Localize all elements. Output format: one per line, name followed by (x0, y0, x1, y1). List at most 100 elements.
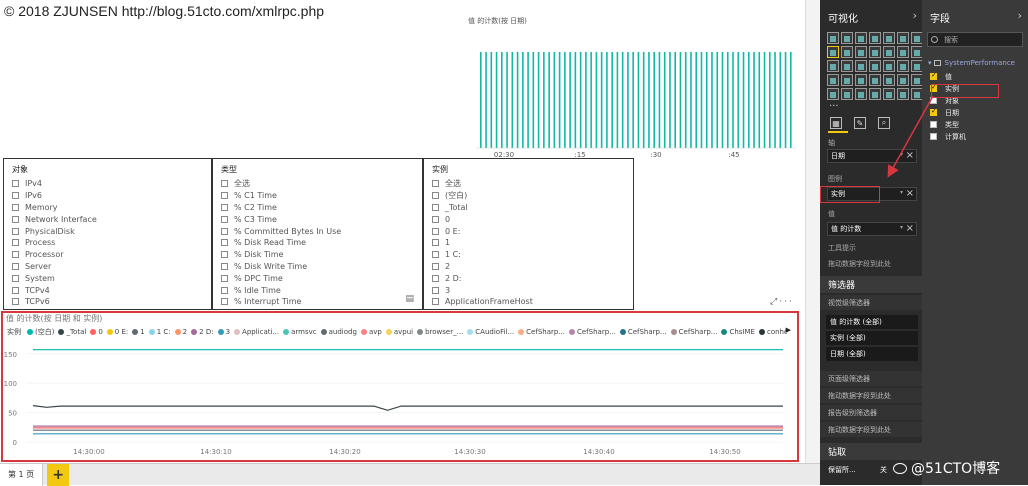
field-checkbox-icon[interactable] (930, 107, 937, 116)
column-bar[interactable] (716, 52, 719, 148)
column-bar[interactable] (511, 52, 514, 148)
visual-type-icon[interactable] (855, 46, 867, 58)
checkbox-icon[interactable] (221, 239, 228, 247)
visual-filter-instance[interactable]: 实例 (全部) (826, 331, 918, 345)
slicer-item[interactable]: 2 (432, 261, 625, 273)
more-options-icon[interactable]: ··· (779, 297, 794, 307)
slicer-menu-icon[interactable]: ▤ (405, 294, 414, 304)
legend-item[interactable]: armsvc (283, 328, 317, 336)
page-filters-drop-zone[interactable]: 拖动数据字段到此处 (820, 388, 922, 403)
report-filters-drop-zone[interactable]: 拖动数据字段到此处 (820, 422, 922, 437)
column-bar[interactable] (548, 52, 550, 148)
legend-item[interactable]: avpui (385, 328, 413, 336)
visual-type-icon[interactable] (855, 88, 867, 100)
field-item[interactable]: 值 (928, 71, 1022, 82)
keep-filters-toggle[interactable]: 关 (880, 465, 887, 475)
slicer-item[interactable]: Server (12, 261, 203, 273)
column-bar[interactable] (553, 52, 556, 148)
visual-type-icon[interactable] (841, 60, 853, 72)
column-bar[interactable] (632, 52, 634, 148)
column-bar[interactable] (690, 52, 692, 148)
checkbox-icon[interactable] (432, 215, 439, 223)
slicer-item[interactable]: 0 E: (432, 225, 625, 237)
column-bar[interactable] (721, 52, 724, 148)
visual-type-icon[interactable] (883, 60, 895, 72)
legend-item[interactable]: CAudioFil... (467, 328, 514, 336)
column-bar[interactable] (564, 52, 566, 148)
column-bar[interactable] (779, 52, 782, 148)
visual-type-icon[interactable] (897, 46, 909, 58)
line-chart-type-icon[interactable] (827, 46, 839, 58)
field-item[interactable]: 实例 (928, 83, 1022, 94)
collapse-fields-icon[interactable]: › (1018, 9, 1022, 22)
legend-item[interactable]: 2 D: (191, 328, 214, 336)
legend-item[interactable]: _Total (58, 328, 86, 336)
column-bar[interactable] (585, 52, 587, 148)
visual-type-icon[interactable] (841, 74, 853, 86)
column-bar[interactable] (684, 52, 687, 148)
slicer-item[interactable]: PhysicalDisk (12, 225, 203, 237)
collapse-viz-icon[interactable]: › (913, 9, 917, 22)
remove-value-field-icon[interactable]: × (906, 223, 914, 234)
column-bar[interactable] (653, 52, 655, 148)
slicer-item[interactable]: % Interrupt Time (221, 296, 414, 308)
visual-type-icon[interactable] (855, 32, 867, 44)
checkbox-icon[interactable] (221, 180, 228, 188)
column-bar[interactable] (737, 52, 740, 148)
column-bar[interactable] (732, 52, 734, 148)
column-bar[interactable] (663, 52, 666, 148)
visual-type-icon[interactable] (897, 60, 909, 72)
column-bar[interactable] (516, 52, 519, 148)
visual-type-icon[interactable] (883, 88, 895, 100)
field-checkbox-icon[interactable] (930, 83, 937, 92)
visual-type-icon[interactable] (869, 74, 881, 86)
legend-item[interactable]: 2 (174, 328, 187, 336)
chevron-down-icon[interactable]: ▾ (900, 189, 903, 196)
slicer-item[interactable]: ApplicationFrameHost (432, 296, 625, 308)
legend-item[interactable]: audiodg (320, 328, 357, 336)
column-bar[interactable] (700, 52, 703, 148)
format-tab-icon[interactable]: ✎ (854, 117, 866, 129)
checkbox-icon[interactable] (221, 251, 228, 259)
column-bar[interactable] (695, 52, 698, 148)
column-bar[interactable] (768, 52, 771, 148)
checkbox-icon[interactable] (12, 180, 19, 188)
column-bar[interactable] (522, 52, 524, 148)
column-bar[interactable] (784, 52, 787, 148)
slicer-item[interactable]: TCPv4 (12, 284, 203, 296)
column-bar[interactable] (774, 52, 776, 148)
column-bar[interactable] (558, 52, 561, 148)
column-bar[interactable] (674, 52, 677, 148)
slicer-item[interactable]: IPv4 (12, 178, 203, 190)
slicer-item[interactable]: 2 D: (432, 272, 625, 284)
slicer-item[interactable]: 全选 (221, 178, 414, 190)
slicer-item[interactable]: 1 (432, 237, 625, 249)
checkbox-icon[interactable] (12, 286, 19, 294)
checkbox-icon[interactable] (432, 274, 439, 282)
field-checkbox-icon[interactable] (930, 121, 937, 128)
checkbox-icon[interactable] (221, 262, 228, 270)
line-chart-visual[interactable]: 值 的计数(按 日期 和 实例) 实例 (空白) _Total 0 0 E: 1 1 C:… (1, 311, 799, 462)
field-checkbox-icon[interactable] (930, 71, 937, 80)
series-line[interactable] (32, 405, 783, 411)
fields-tab-icon[interactable]: ▦ (830, 117, 842, 129)
slicer-item[interactable]: Memory (12, 202, 203, 214)
column-bar[interactable] (621, 52, 624, 148)
legend-item[interactable]: CefSharp... (568, 328, 616, 336)
visual-type-icon[interactable] (869, 88, 881, 100)
checkbox-icon[interactable] (221, 215, 228, 223)
slicer-item[interactable]: 0 (432, 213, 625, 225)
visual-type-icon[interactable] (869, 60, 881, 72)
checkbox-icon[interactable] (12, 298, 19, 306)
column-bar[interactable] (658, 52, 661, 148)
column-bar[interactable] (763, 52, 766, 148)
visual-type-icon[interactable] (841, 88, 853, 100)
column-bar[interactable] (637, 52, 640, 148)
field-item[interactable]: 计算机 (928, 131, 1022, 142)
checkbox-icon[interactable] (12, 192, 19, 200)
chevron-down-icon[interactable]: ▾ (900, 151, 903, 158)
column-bar[interactable] (747, 52, 750, 148)
legend-item[interactable]: conhost (758, 328, 787, 336)
checkbox-icon[interactable] (432, 262, 439, 270)
checkbox-icon[interactable] (432, 192, 439, 200)
